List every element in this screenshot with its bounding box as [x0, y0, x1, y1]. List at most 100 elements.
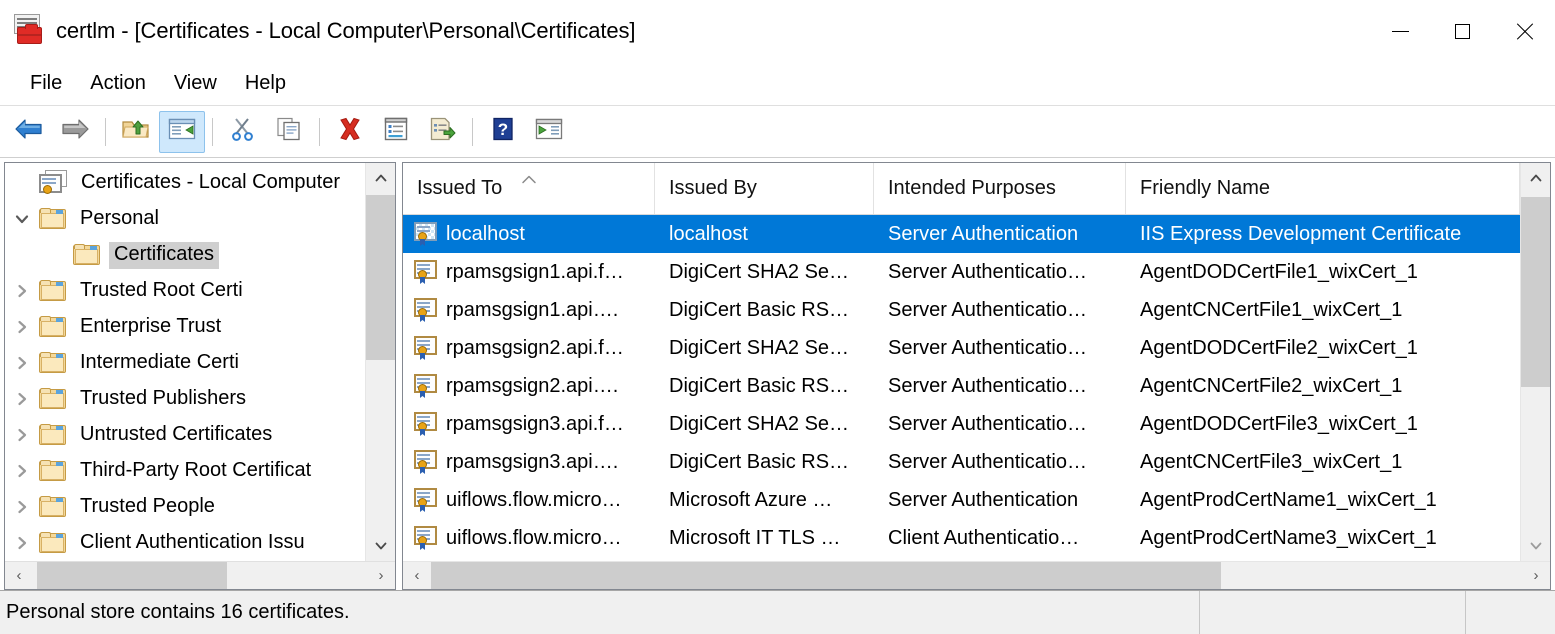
- close-button[interactable]: [1493, 0, 1555, 62]
- help-button[interactable]: ?: [480, 111, 526, 153]
- scroll-thumb[interactable]: [1521, 197, 1550, 387]
- table-row[interactable]: uiflows.flow.micro… Microsoft Azure … Se…: [403, 481, 1520, 519]
- status-message: Personal store contains 16 certificates.: [0, 591, 1200, 634]
- scroll-track[interactable]: [366, 193, 395, 531]
- column-header-intended-purposes[interactable]: Intended Purposes: [874, 163, 1126, 214]
- cell-friendly-name: AgentProdCertName3_wixCert_1: [1140, 526, 1437, 549]
- scroll-right-button[interactable]: ›: [367, 562, 395, 589]
- maximize-button[interactable]: [1431, 0, 1493, 62]
- export-list-button[interactable]: [419, 111, 465, 153]
- chevron-right-icon[interactable]: [5, 391, 39, 407]
- tree-vertical-scrollbar[interactable]: [365, 163, 395, 561]
- folder-icon: [39, 424, 67, 446]
- scroll-down-button[interactable]: [1521, 531, 1550, 561]
- scroll-thumb[interactable]: [366, 195, 395, 360]
- minimize-button[interactable]: [1369, 0, 1431, 62]
- scroll-left-button[interactable]: ‹: [5, 562, 33, 589]
- table-row[interactable]: uiflows.flow.micro… Microsoft IT TLS … C…: [403, 519, 1520, 557]
- certificate-icon: [413, 374, 439, 398]
- scroll-down-button[interactable]: [366, 531, 395, 561]
- scroll-right-button[interactable]: ›: [1522, 562, 1550, 589]
- scroll-track[interactable]: [33, 562, 367, 589]
- chevron-right-icon[interactable]: [5, 535, 39, 551]
- cell-issued-by: DigiCert Basic RS…: [669, 450, 850, 473]
- sidebar-item-trusted-publishers[interactable]: Trusted Publishers: [5, 381, 365, 417]
- sidebar-item-trusted-people[interactable]: Trusted People: [5, 489, 365, 525]
- copy-button[interactable]: [266, 111, 312, 153]
- list-vertical-scrollbar[interactable]: [1520, 163, 1550, 561]
- sidebar-item-enterprise-trust[interactable]: Enterprise Trust: [5, 309, 365, 345]
- forward-arrow-icon: [60, 116, 90, 147]
- menu-file[interactable]: File: [16, 69, 76, 98]
- cell-issued-to: uiflows.flow.micro…: [446, 526, 622, 549]
- sidebar-item-certificates[interactable]: Certificates: [5, 237, 365, 273]
- show-hide-console-tree-icon: [167, 116, 197, 147]
- sidebar-item-third-party-root[interactable]: Third-Party Root Certificat: [5, 453, 365, 489]
- toolbar-separator: [472, 117, 473, 146]
- cell-intended-purposes: Server Authenticatio…: [888, 374, 1087, 397]
- column-header-issued-by[interactable]: Issued By: [655, 163, 874, 214]
- scroll-left-button[interactable]: ‹: [403, 562, 431, 589]
- show-hide-console-tree-button[interactable]: [159, 110, 205, 153]
- tree-item-label: Third-Party Root Certificat: [80, 458, 312, 481]
- sort-ascending-icon: [520, 168, 538, 191]
- table-row[interactable]: rpamsgsign2.api…. DigiCert Basic RS… Ser…: [403, 367, 1520, 405]
- forward-button[interactable]: [52, 111, 98, 153]
- certificates-table: localhost localhost Server Authenticatio…: [403, 215, 1520, 561]
- certificate-icon: [413, 260, 439, 284]
- list-inner: Issued To Issued By Intended Purposes Fr…: [403, 163, 1550, 561]
- certificates-root-icon: [39, 170, 69, 196]
- chevron-right-icon[interactable]: [5, 283, 39, 299]
- chevron-right-icon[interactable]: [5, 463, 39, 479]
- menu-action[interactable]: Action: [76, 69, 160, 98]
- status-bar: Personal store contains 16 certificates.: [0, 590, 1555, 634]
- tree-item-root[interactable]: Certificates - Local Computer: [5, 165, 365, 201]
- chevron-right-icon[interactable]: [5, 319, 39, 335]
- sidebar-item-untrusted-certificates[interactable]: Untrusted Certificates: [5, 417, 365, 453]
- show-action-pane-button[interactable]: [526, 111, 572, 153]
- table-row[interactable]: localhost localhost Server Authenticatio…: [403, 215, 1520, 253]
- back-button[interactable]: [6, 111, 52, 153]
- properties-button[interactable]: [373, 111, 419, 153]
- certificates-list-pane: Issued To Issued By Intended Purposes Fr…: [402, 162, 1551, 590]
- column-header-issued-to[interactable]: Issued To: [403, 163, 655, 214]
- folder-icon: [39, 388, 67, 410]
- scroll-up-button[interactable]: [366, 163, 395, 193]
- table-row[interactable]: rpamsgsign1.api…. DigiCert Basic RS… Ser…: [403, 291, 1520, 329]
- scroll-thumb[interactable]: [431, 562, 1221, 589]
- console-tree-inner: Certificates - Local Computer Personal C…: [5, 163, 395, 561]
- up-one-level-button[interactable]: [113, 111, 159, 153]
- column-header-friendly-name[interactable]: Friendly Name: [1126, 163, 1520, 214]
- tree-horizontal-scrollbar[interactable]: ‹ ›: [5, 561, 395, 589]
- folder-icon: [39, 208, 67, 230]
- delete-button[interactable]: [327, 111, 373, 153]
- table-row[interactable]: rpamsgsign3.api.f… DigiCert SHA2 Se… Ser…: [403, 405, 1520, 443]
- table-row[interactable]: rpamsgsign3.api…. DigiCert Basic RS… Ser…: [403, 443, 1520, 481]
- sidebar-item-client-auth-issuers[interactable]: Client Authentication Issu: [5, 525, 365, 561]
- sidebar-item-intermediate-cert[interactable]: Intermediate Certi: [5, 345, 365, 381]
- cell-friendly-name: AgentDODCertFile3_wixCert_1: [1140, 412, 1418, 435]
- list-column-headers: Issued To Issued By Intended Purposes Fr…: [403, 163, 1520, 215]
- cell-friendly-name: AgentCNCertFile1_wixCert_1: [1140, 298, 1403, 321]
- sidebar-item-trusted-root[interactable]: Trusted Root Certi: [5, 273, 365, 309]
- tree-item-label: Intermediate Certi: [80, 350, 239, 373]
- scroll-thumb[interactable]: [37, 562, 227, 589]
- scroll-track[interactable]: [431, 562, 1522, 589]
- folder-icon: [39, 280, 67, 302]
- scroll-track[interactable]: [1521, 193, 1550, 531]
- scroll-up-button[interactable]: [1521, 163, 1550, 193]
- menu-view[interactable]: View: [160, 69, 231, 98]
- tree-item-label: Untrusted Certificates: [80, 422, 273, 445]
- table-row[interactable]: rpamsgsign1.api.f… DigiCert SHA2 Se… Ser…: [403, 253, 1520, 291]
- help-question-icon: ?: [489, 116, 517, 147]
- chevron-right-icon[interactable]: [5, 499, 39, 515]
- chevron-right-icon[interactable]: [5, 355, 39, 371]
- chevron-right-icon[interactable]: [5, 427, 39, 443]
- menu-help[interactable]: Help: [231, 69, 300, 98]
- sidebar-item-personal[interactable]: Personal: [5, 201, 365, 237]
- cut-button[interactable]: [220, 111, 266, 153]
- list-horizontal-scrollbar[interactable]: ‹ ›: [403, 561, 1550, 589]
- table-row[interactable]: rpamsgsign2.api.f… DigiCert SHA2 Se… Ser…: [403, 329, 1520, 367]
- chevron-down-icon[interactable]: [5, 211, 39, 227]
- menu-bar: File Action View Help: [0, 62, 1555, 106]
